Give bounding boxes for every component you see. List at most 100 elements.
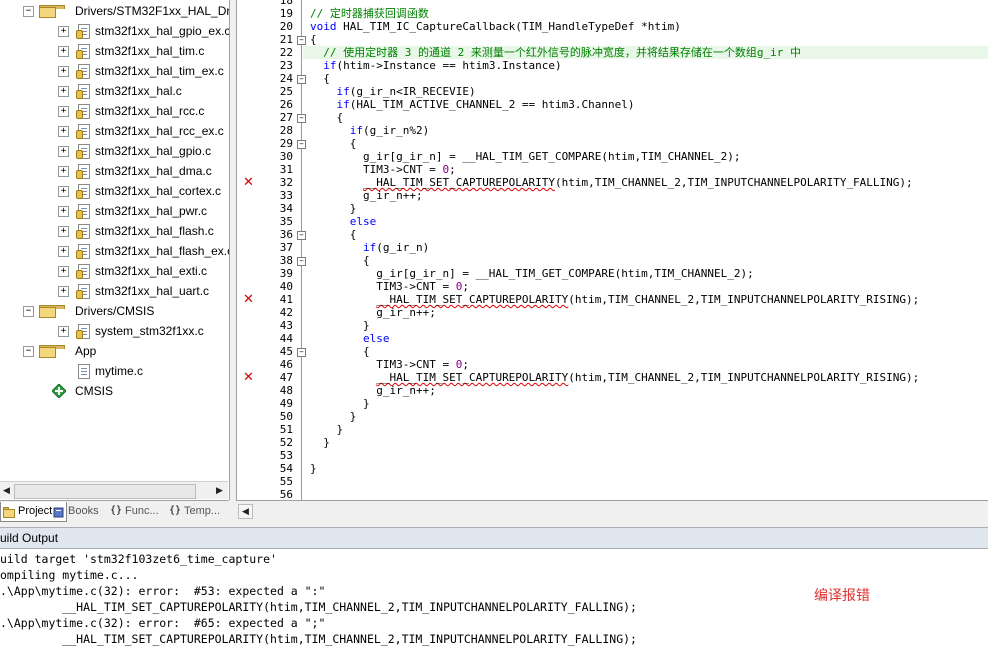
expand-toggle-icon[interactable]: +: [58, 226, 69, 237]
tree-item-18[interactable]: mytime.c: [0, 361, 228, 381]
tree-item-17[interactable]: − App: [0, 341, 228, 361]
scrollbar-thumb[interactable]: [14, 484, 196, 499]
fold-toggle-icon[interactable]: −: [297, 36, 306, 45]
code-line[interactable]: __HAL_TIM_SET_CAPTUREPOLARITY(htim,TIM_C…: [310, 371, 919, 384]
tree-item-0[interactable]: − Drivers/STM32F1xx_HAL_Driv: [0, 1, 230, 21]
code-line[interactable]: // 使用定时器 3 的通道 2 来测量一个红外信号的脉冲宽度，并将结果存储在一…: [310, 46, 801, 59]
code-editor[interactable]: 18 19 20 21 22 23 24 25 26 27 28 29 30 31 32 ✕ 33 34 35 36 3…: [236, 0, 988, 500]
code-line[interactable]: TIM3->CNT = 0;: [310, 163, 456, 176]
code-line[interactable]: else: [310, 332, 390, 345]
expand-toggle-icon[interactable]: +: [58, 46, 69, 57]
code-line[interactable]: if(HAL_TIM_ACTIVE_CHANNEL_2 == htim3.Cha…: [310, 98, 635, 111]
expand-toggle-icon[interactable]: +: [58, 126, 69, 137]
expand-toggle-icon[interactable]: +: [58, 246, 69, 257]
project-tree-panel[interactable]: − Drivers/STM32F1xx_HAL_Driv + stm32f1xx_ha…: [0, 0, 230, 500]
code-line[interactable]: }: [310, 462, 317, 475]
build-output-line: .\App\mytime.c(32): error: #53: expected…: [0, 584, 326, 598]
tree-item-label: Drivers/STM32F1xx_HAL_Driv: [75, 4, 230, 18]
code-line[interactable]: }: [310, 319, 370, 332]
code-line[interactable]: {: [310, 254, 370, 267]
tree-item-2[interactable]: + stm32f1xx_hal_tim.c: [0, 41, 228, 61]
fold-toggle-icon[interactable]: −: [297, 231, 306, 240]
tree-item-1[interactable]: + stm32f1xx_hal_gpio_ex.c: [0, 21, 230, 41]
code-line[interactable]: {: [310, 228, 357, 241]
code-line[interactable]: }: [310, 423, 343, 436]
code-line[interactable]: {: [310, 345, 370, 358]
expand-toggle-icon[interactable]: +: [58, 266, 69, 277]
expand-toggle-icon[interactable]: +: [58, 86, 69, 97]
code-line[interactable]: else: [310, 215, 377, 228]
editor-horizontal-scrollbar[interactable]: ◀: [236, 500, 988, 523]
tree-item-14[interactable]: + stm32f1xx_hal_uart.c: [0, 281, 228, 301]
tree-item-7[interactable]: + stm32f1xx_hal_gpio.c: [0, 141, 228, 161]
code-line[interactable]: g_ir_n++;: [310, 306, 436, 319]
code-line[interactable]: {: [310, 72, 330, 85]
code-line[interactable]: if(htim->Instance == htim3.Instance): [310, 59, 561, 72]
expand-toggle-icon[interactable]: +: [58, 326, 69, 337]
tree-item-label: stm32f1xx_hal_gpio_ex.c: [95, 24, 230, 38]
code-line[interactable]: g_ir[g_ir_n] = __HAL_TIM_GET_COMPARE(hti…: [310, 267, 754, 280]
expand-toggle-icon[interactable]: +: [58, 186, 69, 197]
fold-toggle-icon[interactable]: −: [297, 348, 306, 357]
tree-horizontal-scrollbar[interactable]: ◀ ▶: [0, 481, 228, 499]
error-x-icon[interactable]: ✕: [243, 293, 255, 306]
collapse-toggle-icon[interactable]: −: [23, 6, 34, 17]
error-x-icon[interactable]: ✕: [243, 371, 255, 384]
fold-toggle-icon[interactable]: −: [297, 114, 306, 123]
code-line[interactable]: }: [310, 436, 330, 449]
tree-item-15[interactable]: − Drivers/CMSIS: [0, 301, 228, 321]
collapse-toggle-icon[interactable]: −: [23, 346, 34, 357]
fold-toggle-icon[interactable]: −: [297, 75, 306, 84]
code-line[interactable]: TIM3->CNT = 0;: [310, 280, 469, 293]
tab-templates[interactable]: {} Temp...: [167, 502, 242, 521]
fold-toggle-icon[interactable]: −: [297, 140, 306, 149]
tree-item-6[interactable]: + stm32f1xx_hal_rcc_ex.c: [0, 121, 228, 141]
fold-toggle-icon[interactable]: −: [297, 257, 306, 266]
code-line[interactable]: {: [310, 111, 343, 124]
tree-item-9[interactable]: + stm32f1xx_hal_cortex.c: [0, 181, 228, 201]
code-line[interactable]: if(g_ir_n): [310, 241, 429, 254]
code-line[interactable]: TIM3->CNT = 0;: [310, 358, 469, 371]
expand-toggle-icon[interactable]: +: [58, 26, 69, 37]
tree-item-10[interactable]: + stm32f1xx_hal_pwr.c: [0, 201, 228, 221]
collapse-toggle-icon[interactable]: −: [23, 306, 34, 317]
tree-item-19[interactable]: CMSIS: [0, 381, 228, 401]
tree-item-11[interactable]: + stm32f1xx_hal_flash.c: [0, 221, 228, 241]
line-number: 50: [279, 410, 293, 423]
code-line[interactable]: {: [310, 137, 357, 150]
tree-item-3[interactable]: + stm32f1xx_hal_tim_ex.c: [0, 61, 228, 81]
code-line[interactable]: }: [310, 202, 357, 215]
code-line[interactable]: }: [310, 410, 357, 423]
code-line[interactable]: {: [310, 33, 317, 46]
tree-item-8[interactable]: + stm32f1xx_hal_dma.c: [0, 161, 228, 181]
code-line[interactable]: void HAL_TIM_IC_CaptureCallback(TIM_Hand…: [310, 20, 681, 33]
tree-item-4[interactable]: + stm32f1xx_hal.c: [0, 81, 228, 101]
tree-item-5[interactable]: + stm32f1xx_hal_rcc.c: [0, 101, 228, 121]
expand-toggle-icon[interactable]: +: [58, 66, 69, 77]
code-line[interactable]: if(g_ir_n<IR_RECEVIE): [310, 85, 476, 98]
code-line[interactable]: __HAL_TIM_SET_CAPTUREPOLARITY(htim,TIM_C…: [310, 293, 919, 306]
code-line[interactable]: }: [310, 397, 370, 410]
expand-toggle-icon[interactable]: +: [58, 106, 69, 117]
code-line[interactable]: g_ir_n++;: [310, 189, 423, 202]
tree-item-16[interactable]: + system_stm32f1xx.c: [0, 321, 228, 341]
scroll-left-arrow-icon[interactable]: ◀: [238, 504, 253, 519]
expand-toggle-icon[interactable]: +: [58, 166, 69, 177]
expand-toggle-icon[interactable]: +: [58, 206, 69, 217]
code-line[interactable]: __HAL_TIM_SET_CAPTUREPOLARITY(htim,TIM_C…: [310, 176, 913, 189]
build-output-panel[interactable]: uild target 'stm32f103zet6_time_capture'…: [0, 549, 988, 652]
code-line[interactable]: if(g_ir_n%2): [310, 124, 429, 137]
scroll-right-arrow-icon[interactable]: ▶: [213, 484, 226, 497]
tree-item-13[interactable]: + stm32f1xx_hal_exti.c: [0, 261, 228, 281]
tab-books-label: Books: [68, 505, 99, 517]
code-line[interactable]: // 定时器捕获回调函数: [310, 7, 429, 20]
tree-item-label: system_stm32f1xx.c: [95, 324, 204, 338]
expand-toggle-icon[interactable]: +: [58, 146, 69, 157]
error-x-icon[interactable]: ✕: [243, 176, 255, 189]
tree-item-12[interactable]: + stm32f1xx_hal_flash_ex.c: [0, 241, 229, 261]
tree-item-label: stm32f1xx_hal_rcc_ex.c: [95, 124, 224, 138]
scroll-left-arrow-icon[interactable]: ◀: [0, 484, 13, 497]
expand-toggle-icon[interactable]: +: [58, 286, 69, 297]
code-line[interactable]: g_ir[g_ir_n] = __HAL_TIM_GET_COMPARE(hti…: [310, 150, 741, 163]
code-line[interactable]: g_ir_n++;: [310, 384, 436, 397]
